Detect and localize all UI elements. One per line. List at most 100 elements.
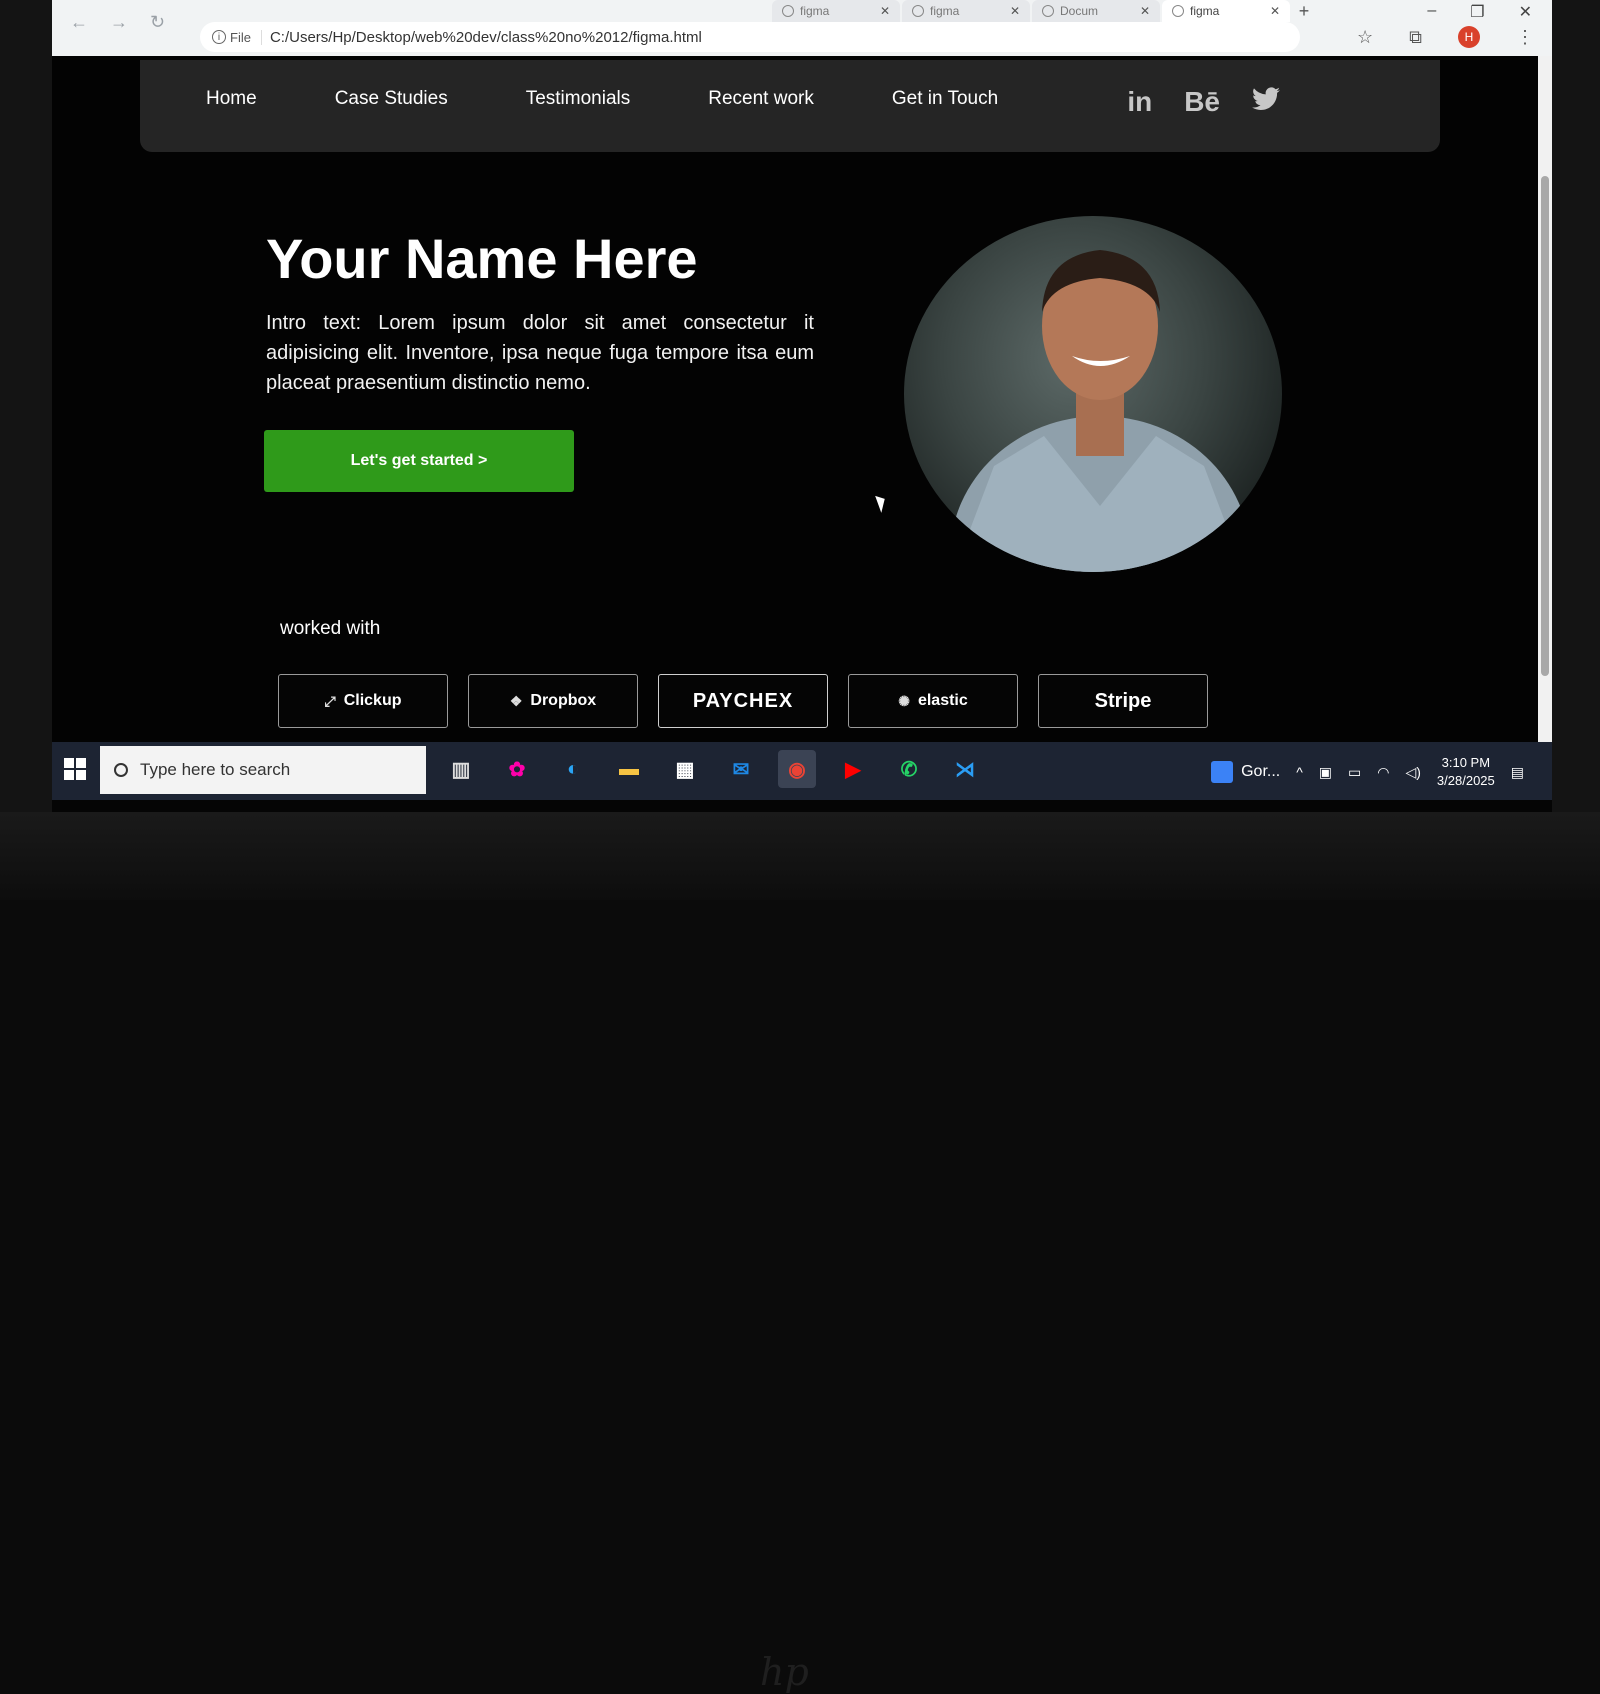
- screen: ← → ↻ figma ✕ figma ✕ Docum ✕ figma ✕ + …: [52, 0, 1552, 812]
- logo-stripe[interactable]: Stripe: [1038, 674, 1208, 728]
- globe-icon: [1172, 5, 1184, 17]
- battery-icon[interactable]: ▭: [1348, 764, 1361, 781]
- clock[interactable]: 3:10 PM 3/28/2025: [1437, 754, 1495, 790]
- logo-label: Clickup: [343, 692, 402, 709]
- close-tab-icon[interactable]: ✕: [1140, 4, 1150, 18]
- logo-clickup[interactable]: ⤢ Clickup: [278, 674, 448, 728]
- back-icon[interactable]: ←: [70, 12, 88, 33]
- browser-tab[interactable]: figma ✕: [772, 0, 900, 22]
- web-page: Home Case Studies Testimonials Recent wo…: [52, 56, 1552, 742]
- elastic-icon: ✺: [898, 692, 910, 709]
- logo-label: PAYCHEX: [692, 689, 794, 712]
- tab-title: figma: [800, 4, 830, 18]
- extensions-icon[interactable]: ⧉: [1409, 27, 1422, 48]
- browser-tab[interactable]: Docum ✕: [1032, 0, 1160, 22]
- whatsapp-icon[interactable]: ✆: [890, 750, 928, 788]
- hp-logo-icon: hp: [760, 1650, 809, 1694]
- dropbox-icon: ❖: [509, 692, 523, 709]
- chevron-up-icon[interactable]: ^: [1296, 764, 1303, 780]
- globe-icon: [1042, 5, 1054, 17]
- page-scrollbar[interactable]: [1538, 56, 1552, 742]
- edge-icon[interactable]: ◐: [554, 750, 592, 788]
- logo-label: elastic: [917, 692, 968, 709]
- nav-buttons: ← → ↻: [70, 12, 165, 33]
- logo-label: Stripe: [1094, 689, 1152, 712]
- logo-dropbox[interactable]: ❖ Dropbox: [468, 674, 638, 728]
- store-icon[interactable]: ▦: [666, 750, 704, 788]
- monitor-chin: hp: [0, 812, 1600, 1694]
- clock-date: 3/28/2025: [1436, 773, 1495, 788]
- new-tab-icon[interactable]: +: [1292, 0, 1316, 22]
- close-window-icon[interactable]: ✕: [1519, 2, 1532, 22]
- search-placeholder: Type here to search: [140, 760, 291, 779]
- outlook-icon[interactable]: ✉: [722, 750, 760, 788]
- close-tab-icon[interactable]: ✕: [1010, 4, 1020, 18]
- star-icon[interactable]: ☆: [1357, 27, 1373, 48]
- info-icon: i: [212, 30, 226, 44]
- minimize-icon[interactable]: –: [1427, 2, 1436, 22]
- logo-elastic[interactable]: ✺ elastic: [848, 674, 1018, 728]
- behance-icon[interactable]: Bē: [1184, 86, 1220, 118]
- search-icon: [114, 763, 128, 777]
- clickup-icon: ⤢: [324, 692, 336, 709]
- tab-title: figma: [930, 4, 960, 18]
- site-navbar: Home Case Studies Testimonials Recent wo…: [140, 60, 1440, 152]
- windows-taskbar: Type here to search ▥ ✿ ◐ ▬ ▦ ✉ ◉ ▶ ✆ ⋊ …: [52, 742, 1552, 800]
- taskbar-apps: ▥ ✿ ◐ ▬ ▦ ✉ ◉ ▶ ✆ ⋊: [442, 750, 984, 788]
- tray-app-label: Gor...: [1241, 763, 1281, 780]
- menu-icon[interactable]: ⋮: [1516, 27, 1534, 48]
- chrome-icon[interactable]: ◉: [778, 750, 816, 788]
- notifications-icon[interactable]: ▤: [1511, 764, 1524, 781]
- mouse-cursor: [875, 493, 889, 513]
- address-prefix: File: [230, 29, 251, 45]
- address-bar[interactable]: i File C:/Users/Hp/Desktop/web%20dev/cla…: [200, 22, 1300, 52]
- tab-title: Docum: [1060, 4, 1099, 18]
- tray-app-icon: [1211, 761, 1234, 783]
- task-view-icon[interactable]: ▥: [442, 750, 480, 788]
- nav-home[interactable]: Home: [206, 88, 257, 110]
- globe-icon: [912, 5, 924, 17]
- twitter-icon[interactable]: [1252, 86, 1280, 118]
- clock-time: 3:10 PM: [1441, 755, 1491, 770]
- nav-testimonials[interactable]: Testimonials: [526, 88, 631, 110]
- close-tab-icon[interactable]: ✕: [880, 4, 890, 18]
- hero-intro: Intro text: Lorem ipsum dolor sit amet c…: [266, 312, 814, 394]
- reload-icon[interactable]: ↻: [150, 12, 165, 33]
- forward-icon[interactable]: →: [110, 12, 128, 33]
- file-explorer-icon[interactable]: ▬: [610, 750, 648, 788]
- scroll-thumb[interactable]: [1541, 176, 1549, 676]
- copilot-icon[interactable]: ✿: [498, 750, 536, 788]
- logo-paychex[interactable]: PAYCHEX: [658, 674, 828, 728]
- vscode-icon[interactable]: ⋊: [946, 750, 984, 788]
- close-tab-icon[interactable]: ✕: [1270, 4, 1280, 18]
- nav-case-studies[interactable]: Case Studies: [335, 88, 448, 110]
- worked-with-heading: worked with: [280, 618, 381, 639]
- get-started-button[interactable]: Let's get started >: [264, 430, 574, 492]
- profile-photo: [904, 216, 1282, 572]
- browser-chrome: ← → ↻ figma ✕ figma ✕ Docum ✕ figma ✕ + …: [52, 0, 1552, 56]
- meet-icon[interactable]: ▣: [1319, 764, 1332, 781]
- wifi-icon[interactable]: ◠: [1377, 764, 1389, 781]
- globe-icon: [782, 5, 794, 17]
- volume-icon[interactable]: ◁): [1405, 764, 1420, 781]
- nav-get-in-touch[interactable]: Get in Touch: [892, 88, 998, 110]
- browser-tab[interactable]: figma ✕: [902, 0, 1030, 22]
- window-controls: – ❐ ✕: [1427, 2, 1532, 22]
- browser-tab-active[interactable]: figma ✕: [1162, 0, 1290, 22]
- hero-title: Your Name Here: [266, 227, 698, 290]
- tab-strip: figma ✕ figma ✕ Docum ✕ figma ✕ +: [772, 0, 1316, 22]
- social-links: in Bē: [1127, 86, 1280, 118]
- restore-icon[interactable]: ❐: [1470, 2, 1484, 22]
- youtube-icon[interactable]: ▶: [834, 750, 872, 788]
- windows-start-icon[interactable]: [64, 758, 86, 780]
- nav-links: Home Case Studies Testimonials Recent wo…: [206, 88, 1076, 110]
- client-logos: ⤢ Clickup ❖ Dropbox PAYCHEX ✺ elastic St…: [278, 674, 1208, 728]
- site-info[interactable]: i File: [212, 29, 262, 45]
- nav-recent-work[interactable]: Recent work: [708, 88, 814, 110]
- system-tray: Gor... ^ ▣ ▭ ◠ ◁) 3:10 PM 3/28/2025 ▤: [1211, 754, 1524, 790]
- url-text[interactable]: C:/Users/Hp/Desktop/web%20dev/class%20no…: [270, 29, 702, 46]
- profile-avatar[interactable]: H: [1458, 26, 1480, 48]
- taskbar-search[interactable]: Type here to search: [100, 746, 426, 794]
- tray-app[interactable]: Gor...: [1211, 761, 1280, 783]
- linkedin-icon[interactable]: in: [1127, 86, 1152, 118]
